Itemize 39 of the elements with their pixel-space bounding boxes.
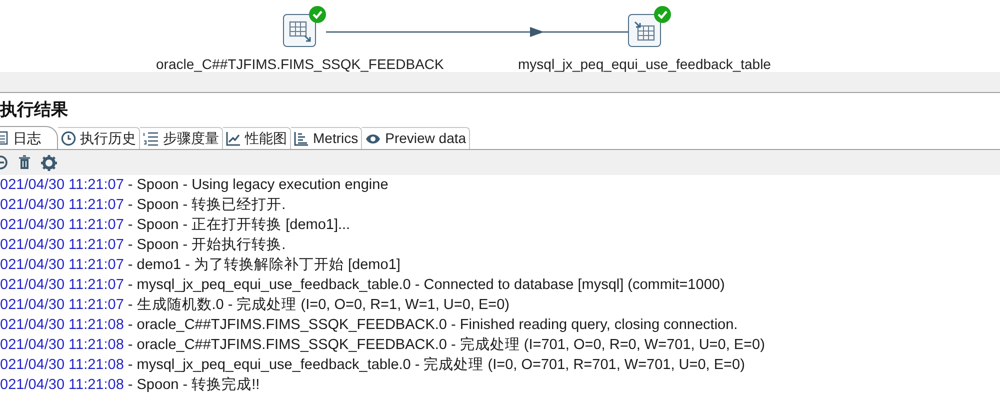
log-timestamp: 021/04/30 11:21:07	[0, 216, 124, 236]
tab[interactable]: Preview data	[362, 127, 470, 149]
log-message: - Spoon - 开始执行转换.	[128, 236, 286, 256]
log-timestamp: 021/04/30 11:21:07	[0, 296, 124, 316]
log-timestamp: 021/04/30 11:21:07	[0, 176, 124, 196]
log-message: - oracle_C##TJFIMS.FIMS_SSQK_FEEDBACK.0 - 完成处理 (I=701, O=0, R=0, W=701, U=0, E=0)	[128, 336, 765, 356]
log-timestamp: 021/04/30 11:21:07	[0, 276, 124, 296]
log-timestamp: 021/04/30 11:21:07	[0, 256, 124, 276]
clock-icon	[61, 131, 76, 146]
log-timestamp: 021/04/30 11:21:08	[0, 336, 124, 356]
log-timestamp: 021/04/30 11:21:08	[0, 316, 124, 336]
settings-icon[interactable]	[41, 154, 57, 170]
log-message: - Spoon - 转换完成!!	[128, 376, 260, 396]
log-message: - Spoon - 正在打开转换 [demo1]...	[128, 216, 350, 236]
tab[interactable]: 日志	[0, 126, 58, 149]
eye-icon	[365, 132, 382, 144]
log-message: - Spoon - Using legacy execution engine	[128, 176, 388, 196]
step-node[interactable]	[628, 14, 661, 47]
step-node[interactable]	[283, 14, 316, 47]
log-message: - Spoon - 转换已经打开.	[128, 196, 286, 216]
line-chart-icon	[226, 131, 241, 146]
tab[interactable]: Metrics	[291, 127, 362, 149]
log-timestamp: 021/04/30 11:21:08	[0, 376, 124, 396]
tab[interactable]: 步骤度量	[140, 127, 223, 149]
log-timestamp: 021/04/30 11:21:08	[0, 356, 124, 376]
log-timestamp: 021/04/30 11:21:07	[0, 236, 124, 256]
log-message: - demo1 - 为了转换解除补丁开始 [demo1]	[128, 256, 400, 276]
step-label: oracle_C##TJFIMS.FIMS_SSQK_FEEDBACK	[156, 56, 444, 72]
numbered-list-icon	[143, 131, 159, 146]
log-message: - 生成随机数.0 - 完成处理 (I=0, O=0, R=1, W=1, U=0, E=0)	[128, 296, 510, 316]
log-message: - mysql_jx_peq_equi_use_feedback_table.0 - 完成处理 (I=0, O=701, R=701, W=701, U=0, E=0)	[128, 356, 745, 376]
step-label: mysql_jx_peq_equi_use_feedback_table	[518, 56, 771, 72]
tab[interactable]: 性能图	[223, 127, 291, 149]
tab[interactable]: 执行历史	[58, 127, 140, 149]
log-timestamp: 021/04/30 11:21:07	[0, 196, 124, 216]
bars-icon	[294, 131, 309, 146]
trash-icon[interactable]	[18, 155, 31, 170]
log-message: - oracle_C##TJFIMS.FIMS_SSQK_FEEDBACK.0 - Finished reading query, closing connection.	[128, 316, 738, 336]
log-message: - mysql_jx_peq_equi_use_feedback_table.0 - Connected to database [mysql] (commit=1000)	[128, 276, 725, 296]
